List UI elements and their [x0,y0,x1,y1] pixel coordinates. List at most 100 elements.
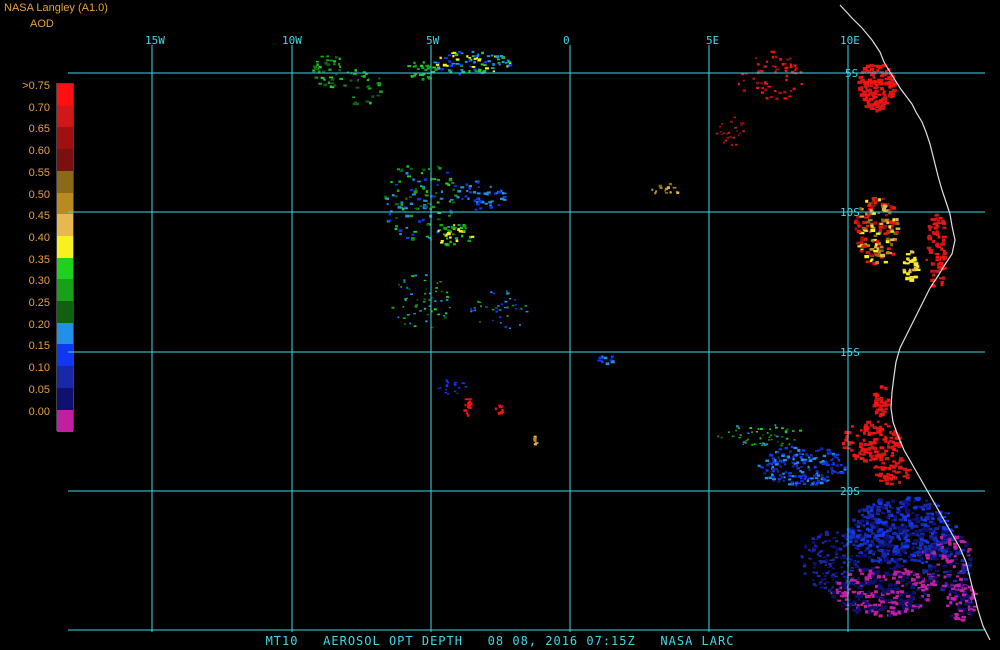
aerosol-pixel [855,611,859,615]
aerosol-pixel [813,566,816,569]
aerosol-pixel [836,456,839,459]
aerosol-pixel [895,552,898,556]
aerosol-pixel [842,554,846,557]
aerosol-pixel [915,519,921,523]
aerosol-pixel [907,258,910,261]
aerosol-pixel [495,310,499,313]
aerosol-pixel [823,577,827,581]
aerosol-pixel [942,238,946,242]
aerosol-pixel [931,262,934,265]
aerosol-pixel [943,536,949,540]
aerosol-pixel [387,219,392,222]
aerosol-pixel [772,478,776,481]
aerosol-pixel [924,587,929,591]
aerosol-pixel [772,476,775,478]
aerosol-pixel [885,240,890,244]
aerosol-pixel [883,204,887,208]
aerosol-pixel [338,69,341,72]
aerosol-pixel [878,228,882,232]
aerosol-pixel [839,464,843,467]
aerosol-pixel [958,577,963,581]
aerosol-pixel [730,120,733,123]
aerosol-pixel [868,569,873,573]
aerosol-pixel [889,567,895,570]
aerosol-pixel [884,214,888,217]
aerosol-pixel [399,233,402,236]
aerosol-pixel [836,471,840,474]
aerosol-pixel [890,536,895,540]
aerosol-pixel [900,546,904,550]
aerosol-pixel [873,612,878,616]
aerosol-pixel [935,223,938,227]
aerosol-pixel [400,203,404,207]
aerosol-pixel [755,57,758,59]
aerosol-pixel [396,189,400,192]
aerosol-pixel [805,454,809,457]
aerosol-pixel [870,67,874,71]
aerosol-pixel [884,440,887,443]
aerosol-pixel [873,204,877,207]
aerosol-pixel [891,451,894,455]
aerosol-pixel [858,509,861,513]
lon-label-5e: 5E [706,34,719,47]
aerosol-pixel [772,480,775,482]
aerosol-pixel [609,359,613,362]
aerosol-pixel [835,539,839,543]
aerosol-pixel [864,443,868,447]
aerosol-pixel [766,432,769,434]
aerosol-pixel [501,409,504,412]
aerosol-pixel [967,605,971,608]
aerosol-pixel [791,475,795,478]
aerosol-pixel [764,476,769,480]
aerosol-pixel [924,515,930,519]
aerosol-pixel [669,191,672,194]
aerosol-pixel [791,465,795,468]
aerosol-pixel [394,195,398,198]
aerosol-pixel [906,598,911,602]
aerosol-pixel [915,573,920,576]
aerosol-pixel [926,246,932,250]
aerosol-pixel [942,587,946,590]
aerosol-pixel [802,564,807,568]
aerosol-pixel [929,537,933,540]
aerosol-pixel [423,199,427,202]
aerosol-pixel [867,213,871,217]
aerosol-pixel [828,563,832,566]
aerosol-pixel [413,61,416,64]
aerosol-pixel [500,411,504,413]
aerosol-pixel [769,434,773,436]
aerosol-pixel [490,200,494,203]
aerosol-pixel [439,223,444,227]
aerosol-pixel [742,79,746,82]
aerosol-pixel [919,556,924,561]
aerosol-pixel [829,559,834,561]
aerosol-pixel [655,190,658,193]
aerosol-pixel [793,64,797,67]
aerosol-pixel [779,58,783,61]
aerosol-pixel [492,63,495,66]
aerosol-pixel [414,207,418,210]
aerosol-pixel [795,481,799,484]
aerosol-pixel [911,547,915,550]
aerosol-pixel [881,521,887,525]
aerosol-pixel [462,230,466,233]
aerosol-pixel [893,596,898,599]
aerosol-pixel [923,539,928,543]
aerosol-pixel [857,245,862,248]
aerosol-pixel [902,559,907,563]
aerosol-pixel [957,595,961,598]
aerosol-pixel [890,454,895,457]
aerosol-pixel [877,93,881,96]
aerosol-pixel [411,233,415,236]
aerosol-pixel [777,456,780,459]
aerosol-pixel [907,555,913,558]
aerosol-pixel [834,556,839,559]
aerosol-pixel [770,438,773,441]
aerosol-pixel [934,527,939,531]
aerosol-pixel [869,64,874,67]
aerosol-pixel [932,576,938,579]
aerosol-pixel [941,530,945,533]
aerosol-pixel [786,455,790,459]
aerosol-pixel [472,191,477,194]
aerosol-pixel [440,68,445,71]
